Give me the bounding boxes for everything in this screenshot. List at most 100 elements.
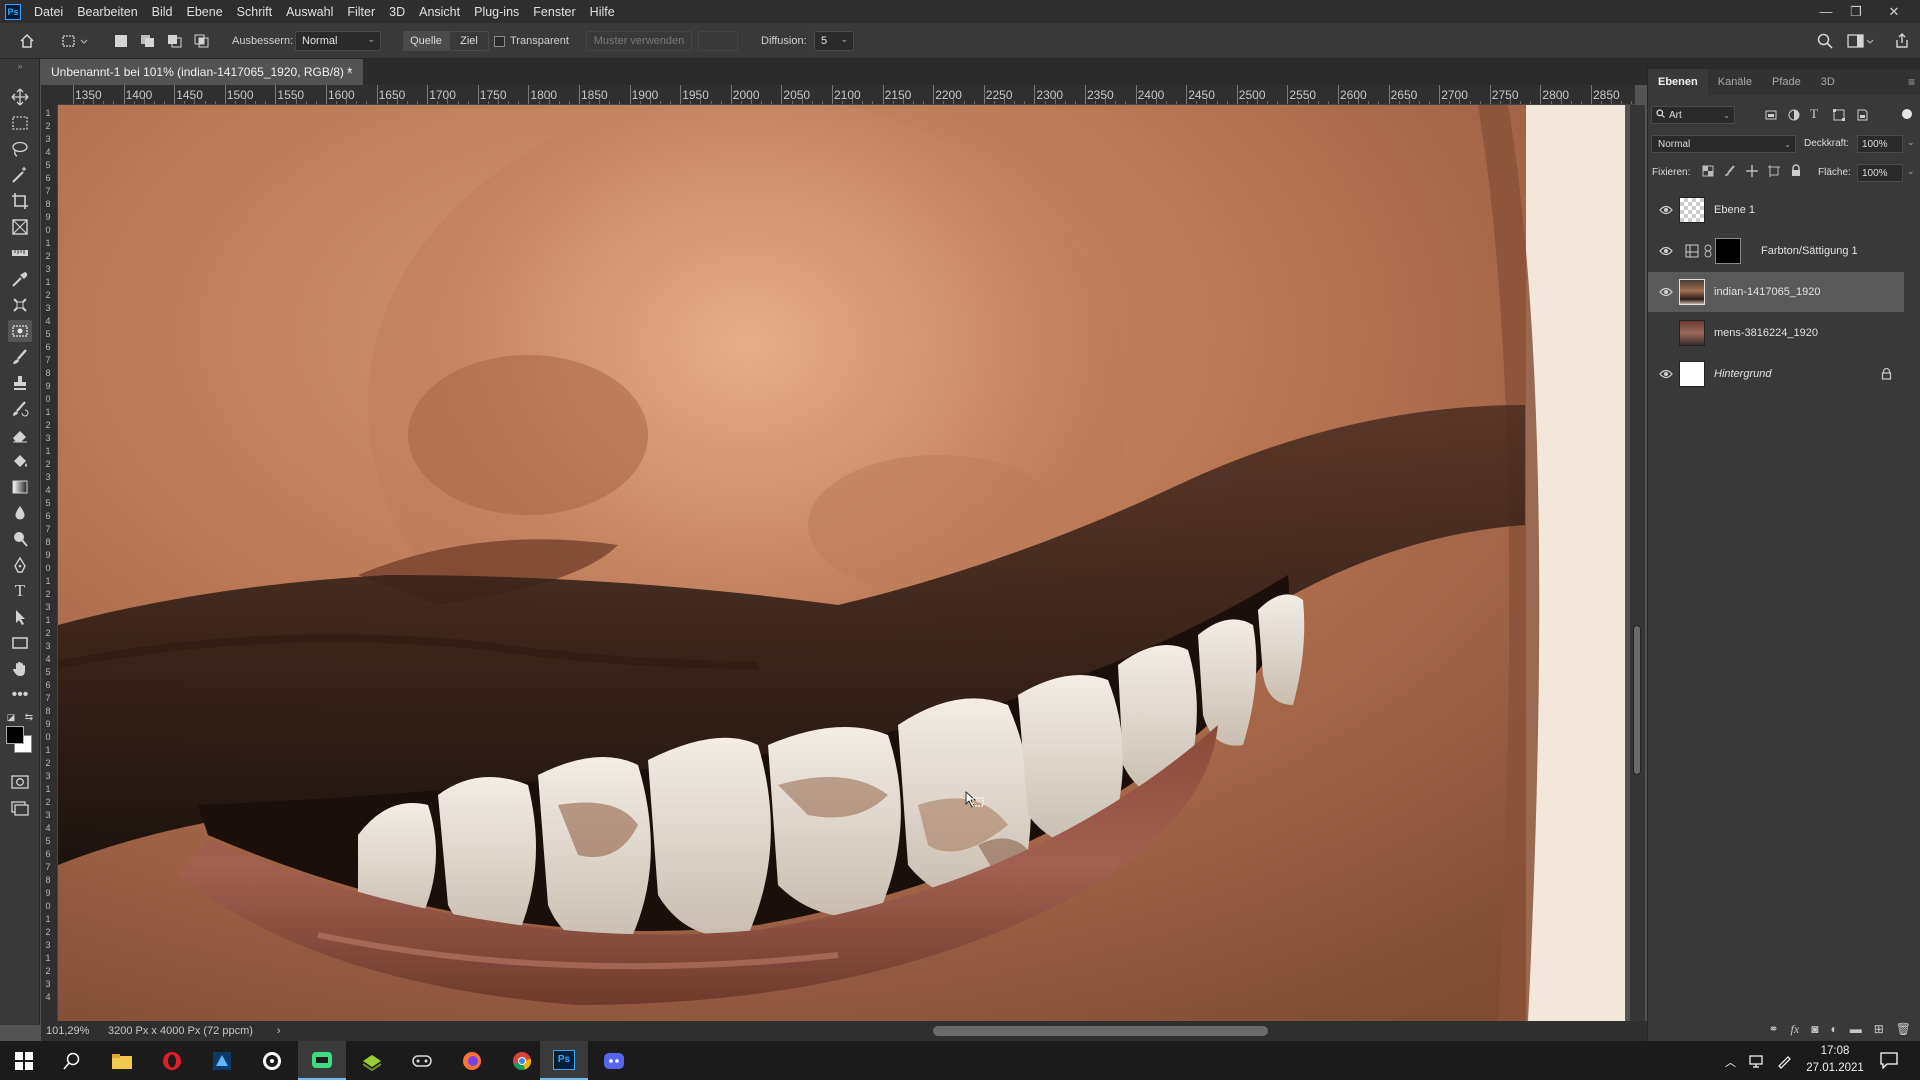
close-window-button[interactable]: ✕ [1880, 0, 1908, 23]
eye-icon[interactable] [1658, 366, 1674, 382]
marquee-tool-icon[interactable] [8, 112, 32, 134]
tab-kanaele[interactable]: Kanäle [1708, 69, 1762, 95]
pen-tray-icon[interactable] [1776, 1053, 1792, 1069]
filter-pixel-icon[interactable] [1764, 108, 1778, 122]
file-explorer-icon[interactable] [98, 1041, 146, 1080]
layer-mask-thumbnail[interactable] [1715, 238, 1741, 264]
horizontal-scroll-thumb[interactable] [933, 1026, 1268, 1036]
hand-tool-icon[interactable] [8, 658, 32, 680]
vertical-ruler[interactable]: 1 2 3 4 5 6 7 8 9 0 1 2 3 1 2 3 4 5 6 7 8 9 0 1 2 3 1 2 3 4 5 6 7 8 9 0 1 2 3 1… [41, 105, 58, 1021]
layer-row-selected[interactable]: indian-1417065_1920 [1648, 272, 1904, 312]
path-selection-tool-icon[interactable] [8, 606, 32, 628]
search-icon[interactable] [1816, 32, 1834, 50]
share-icon[interactable] [1893, 32, 1911, 50]
layer-row[interactable]: Ebene 1 [1648, 190, 1904, 230]
eye-icon[interactable] [1658, 243, 1674, 259]
app-layers-icon[interactable] [348, 1041, 396, 1080]
paint-bucket-tool-icon[interactable] [8, 450, 32, 472]
move-tool-icon[interactable] [8, 86, 32, 108]
notifications-icon[interactable] [1880, 1052, 1898, 1070]
menu-3d[interactable]: 3D [382, 5, 412, 19]
tab-ebenen[interactable]: Ebenen [1648, 69, 1708, 95]
filter-shape-icon[interactable] [1832, 108, 1846, 122]
layer-row[interactable]: mens-3816224_1920 [1648, 313, 1904, 353]
photoshop-taskbar-icon[interactable]: Ps [540, 1041, 588, 1080]
windows-start-icon[interactable] [0, 1041, 48, 1080]
status-arrow-icon[interactable]: › [277, 1025, 281, 1037]
chevron-down-icon[interactable]: ⌄ [1907, 166, 1915, 177]
quick-mask-icon[interactable] [8, 771, 32, 793]
quelle-button[interactable]: Quelle [403, 31, 449, 51]
menu-hilfe[interactable]: Hilfe [583, 5, 622, 19]
ausbessern-dropdown[interactable]: Normal ⌄ [295, 31, 381, 51]
dodge-tool-icon[interactable] [8, 528, 32, 550]
blend-mode-dropdown[interactable]: Normal ⌄ [1651, 135, 1796, 153]
pen-tool-icon[interactable] [8, 554, 32, 576]
app-gamepad-icon[interactable] [398, 1041, 446, 1080]
lock-icon[interactable] [1881, 367, 1892, 380]
menu-filter[interactable]: Filter [340, 5, 382, 19]
brush-tool-icon[interactable] [8, 346, 32, 368]
menu-ansicht[interactable]: Ansicht [412, 5, 467, 19]
panel-menu-icon[interactable]: ≡ [1908, 75, 1915, 89]
link-layers-icon[interactable]: ⚭ [1768, 1022, 1778, 1036]
type-tool-icon[interactable]: T [8, 580, 32, 602]
new-layer-icon[interactable]: ⊞ [1874, 1022, 1884, 1036]
home-icon[interactable] [18, 32, 36, 50]
lasso-tool-icon[interactable] [8, 138, 32, 160]
pattern-picker[interactable] [698, 31, 738, 51]
new-selection-icon[interactable] [112, 32, 130, 50]
stamp-tool-icon[interactable] [8, 372, 32, 394]
diffusion-dropdown[interactable]: 5 ⌄ [814, 31, 854, 51]
search-icon[interactable] [48, 1041, 96, 1080]
intersect-selection-icon[interactable] [193, 32, 211, 50]
obs-icon[interactable] [248, 1041, 296, 1080]
vertical-scrollbar[interactable] [1630, 105, 1645, 1021]
transparent-checkbox[interactable] [494, 35, 505, 47]
screen-mode-icon[interactable] [8, 797, 32, 819]
menu-plugins[interactable]: Plug-ins [467, 5, 526, 19]
opacity-input[interactable]: 100% [1857, 135, 1903, 153]
vertical-scroll-thumb[interactable] [1633, 625, 1641, 775]
document-canvas[interactable] [58, 105, 1625, 1021]
gradient-tool-icon[interactable] [8, 476, 32, 498]
discord-icon[interactable] [590, 1041, 638, 1080]
eye-hidden-icon[interactable] [1658, 325, 1674, 341]
magic-wand-tool-icon[interactable] [8, 164, 32, 186]
ruler-tool-icon[interactable] [8, 242, 32, 264]
eraser-tool-icon[interactable] [8, 424, 32, 446]
layer-row[interactable]: Hintergrund [1648, 354, 1904, 394]
filter-type-icon[interactable]: T [1810, 106, 1824, 121]
filter-smart-object-icon[interactable] [1855, 108, 1869, 122]
history-brush-tool-icon[interactable] [8, 398, 32, 420]
layer-row[interactable]: Farbton/Sättigung 1 [1648, 231, 1904, 271]
menu-datei[interactable]: Datei [27, 5, 70, 19]
trash-icon[interactable]: 🗑 [1896, 1022, 1911, 1036]
default-colors-icon[interactable]: ◪ [4, 711, 18, 723]
rectangle-tool-icon[interactable] [8, 632, 32, 654]
transparent-option[interactable]: Transparent [494, 23, 569, 59]
taskbar-time[interactable]: 17:08 [1800, 1045, 1870, 1057]
firefox-icon[interactable] [448, 1041, 496, 1080]
new-group-icon[interactable]: ▬ [1850, 1022, 1862, 1036]
patch-tool-icon[interactable] [8, 294, 32, 316]
horizontal-ruler[interactable]: 1350 1400 1450 1500 1550 1600 1650 1700 1750 1800… [58, 85, 1635, 105]
blur-tool-icon[interactable] [8, 502, 32, 524]
app-green-icon[interactable] [298, 1041, 346, 1080]
eye-icon[interactable] [1658, 284, 1674, 300]
lock-artboard-icon[interactable] [1768, 165, 1780, 177]
swap-colors-icon[interactable]: ⇆ [22, 711, 36, 723]
filter-toggle-icon[interactable] [1902, 109, 1912, 119]
menu-ebene[interactable]: Ebene [180, 5, 230, 19]
tool-preset-picker[interactable] [60, 32, 92, 50]
lock-pixels-icon[interactable] [1724, 165, 1736, 177]
menu-fenster[interactable]: Fenster [526, 5, 582, 19]
chain-link-icon[interactable] [1704, 244, 1712, 258]
eyedropper-tool-icon[interactable] [8, 268, 32, 290]
chrome-icon[interactable] [498, 1041, 546, 1080]
eye-icon[interactable] [1658, 202, 1674, 218]
layer-filter-dropdown[interactable]: Art ⌄ [1651, 106, 1735, 124]
fx-icon[interactable]: fx [1791, 1022, 1800, 1037]
add-to-selection-icon[interactable] [139, 32, 157, 50]
close-tab-icon[interactable]: × [347, 66, 353, 78]
